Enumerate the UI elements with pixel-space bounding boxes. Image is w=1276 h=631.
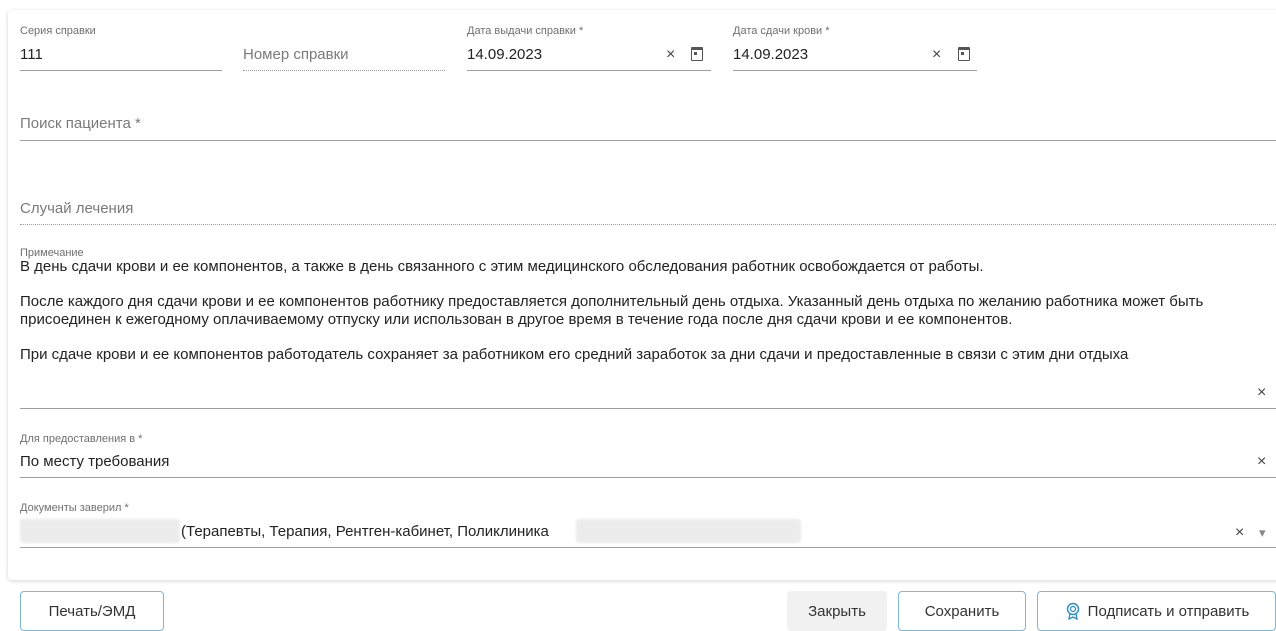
redacted-name (20, 519, 180, 543)
series-underline (20, 70, 222, 71)
note-paragraph: При сдаче крови и ее компонентов работод… (20, 346, 1129, 363)
sign-and-send-button-label: Подписать и отправить (1087, 602, 1250, 620)
close-button-label: Закрыть (808, 602, 866, 620)
certified-by-label: Документы заверил * (20, 502, 129, 514)
save-button-label: Сохранить (924, 602, 1000, 620)
sign-and-send-button[interactable]: Подписать и отправить (1037, 591, 1276, 631)
print-emd-button-label: Печать/ЭМД (48, 602, 136, 620)
donation-date-clear-icon[interactable]: × (932, 47, 941, 63)
note-clear-icon[interactable]: × (1257, 385, 1266, 401)
note-paragraph: После каждого дня сдачи крови и ее компо… (20, 293, 1204, 328)
note-text[interactable]: В день сдачи крови и ее компонентов, а т… (20, 258, 1270, 381)
close-button[interactable]: Закрыть (787, 591, 887, 631)
redacted-clinic (576, 519, 801, 543)
treatment-case-placeholder[interactable]: Случай лечения (20, 200, 133, 217)
number-underline (243, 70, 445, 71)
issue-date-value[interactable]: 14.09.2023 (467, 46, 542, 63)
number-placeholder[interactable]: Номер справки (243, 46, 349, 63)
provide-to-value[interactable]: По месту требования (20, 453, 169, 470)
certified-by-underline (20, 547, 1276, 548)
patient-search-placeholder[interactable]: Поиск пациента * (20, 115, 141, 132)
certified-by-clear-icon[interactable]: × (1235, 525, 1244, 541)
patient-search-underline (20, 140, 1276, 141)
provide-to-underline (20, 477, 1276, 478)
issue-date-underline (467, 70, 711, 71)
issue-date-clear-icon[interactable]: × (666, 47, 675, 63)
donation-date-calendar-icon[interactable] (958, 47, 970, 61)
certified-by-dropdown-icon[interactable]: ▾ (1259, 525, 1266, 541)
print-emd-button[interactable]: Печать/ЭМД (20, 591, 164, 631)
donation-date-label: Дата сдачи крови * (733, 25, 830, 37)
certified-by-value[interactable]: (Терапевты, Терапия, Рентген-кабинет, По… (181, 523, 549, 540)
note-paragraph: В день сдачи крови и ее компонентов, а т… (20, 258, 984, 275)
series-label: Серия справки (20, 25, 96, 37)
series-value[interactable]: 111 (20, 46, 43, 63)
donation-date-value[interactable]: 14.09.2023 (733, 46, 808, 63)
certificate-seal-icon (1066, 602, 1079, 620)
issue-date-label: Дата выдачи справки * (467, 25, 584, 37)
note-underline (20, 408, 1276, 409)
provide-to-clear-icon[interactable]: × (1257, 454, 1266, 470)
save-button[interactable]: Сохранить (898, 591, 1026, 631)
treatment-case-underline (20, 224, 1276, 225)
donation-date-underline (733, 70, 977, 71)
provide-to-label: Для предоставления в * (20, 433, 143, 445)
issue-date-calendar-icon[interactable] (691, 47, 703, 61)
